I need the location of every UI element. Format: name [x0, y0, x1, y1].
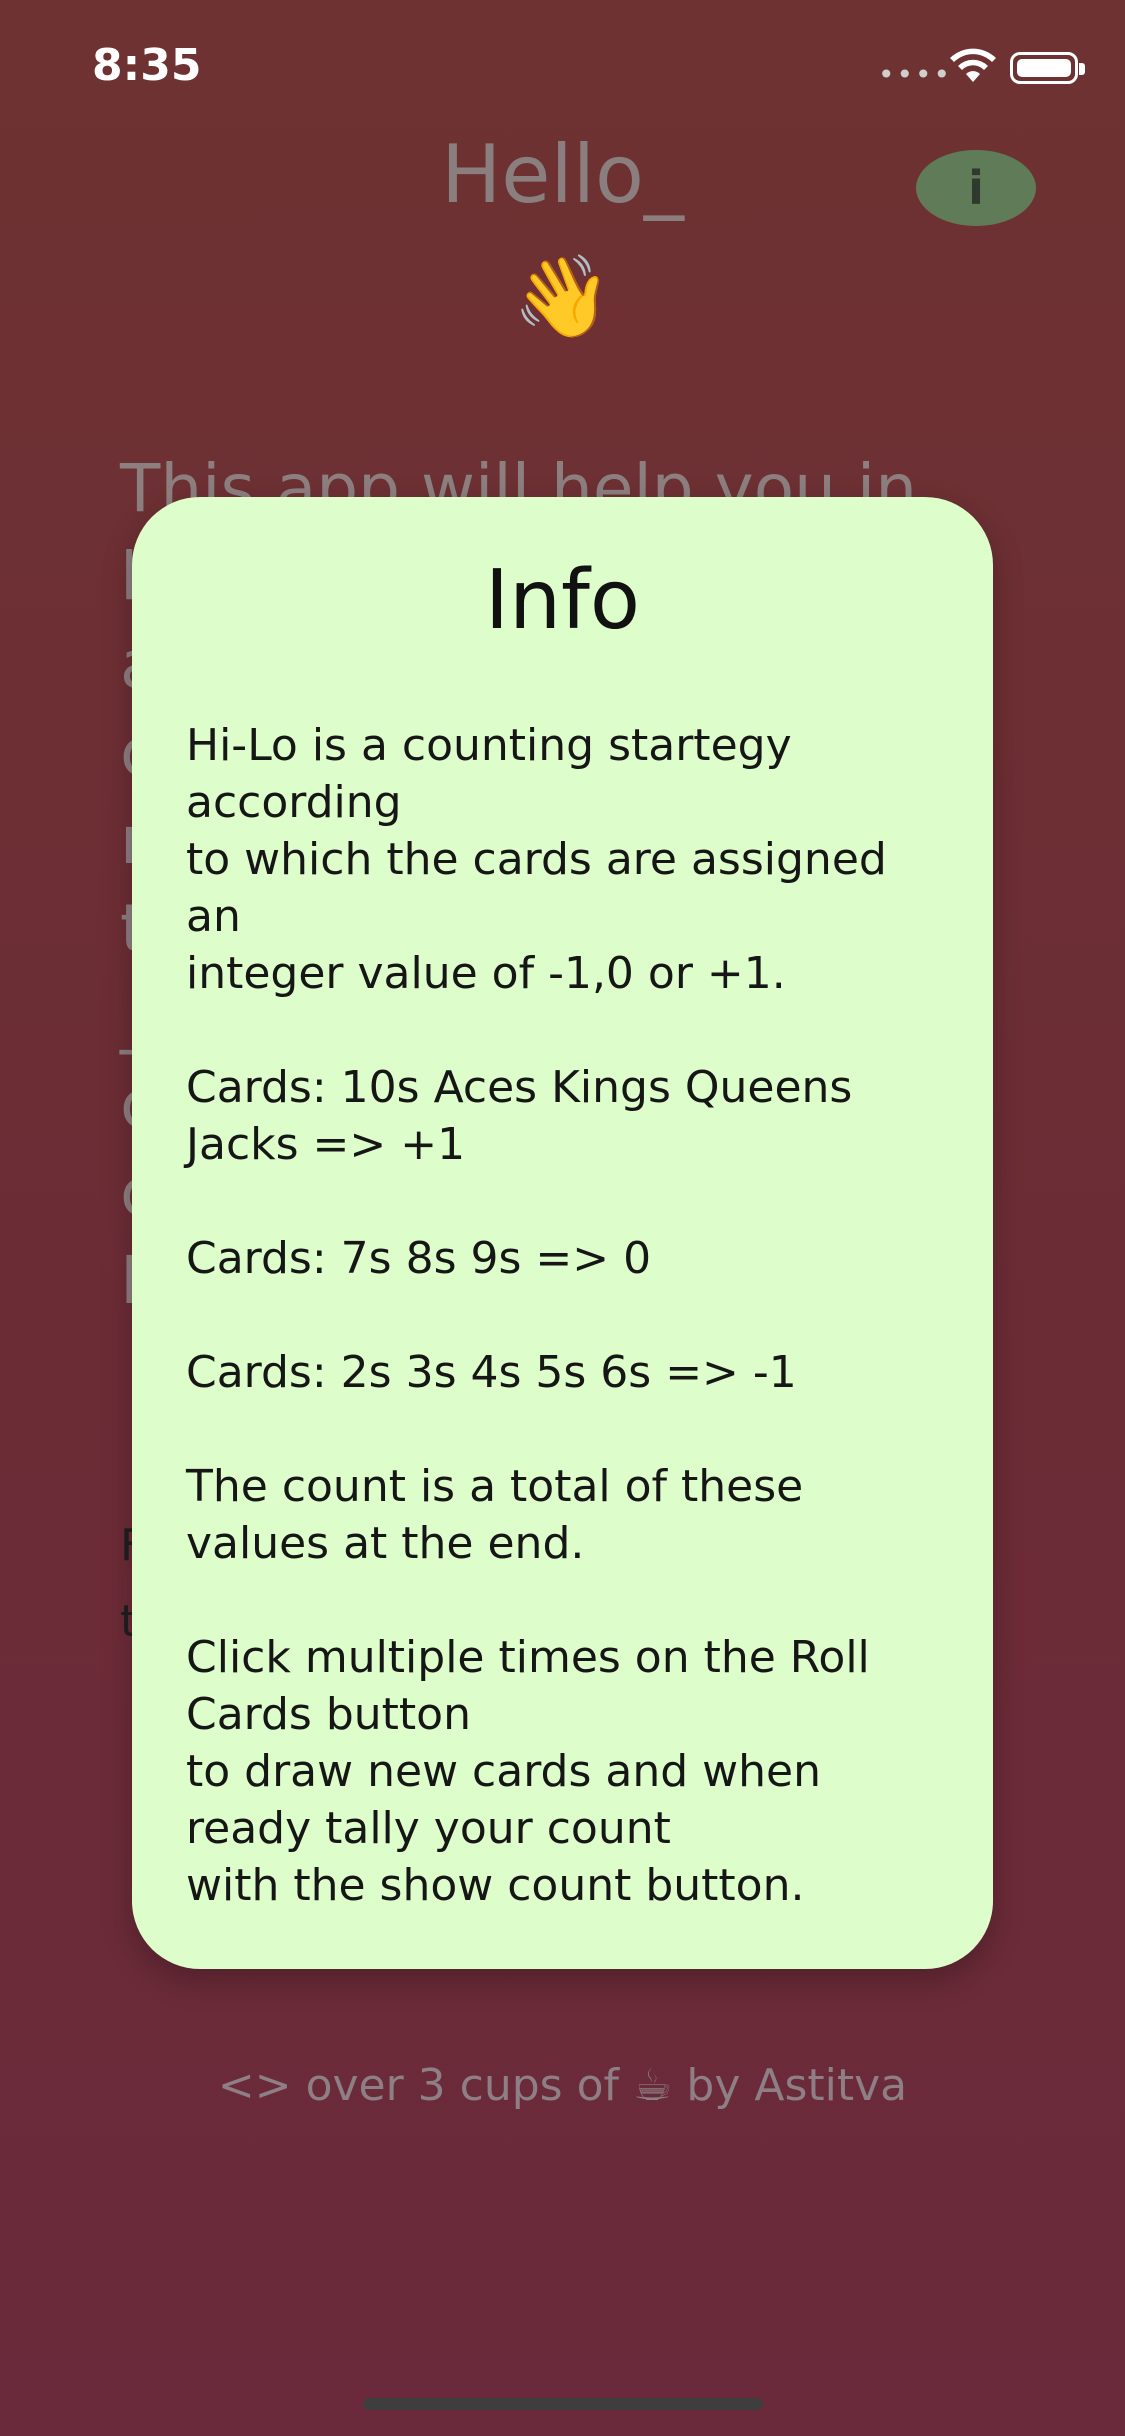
info-icon: i: [968, 161, 984, 215]
wave-emoji: 👋: [512, 250, 613, 343]
status-time: 8:35: [92, 40, 202, 91]
battery-icon: [1010, 52, 1085, 84]
info-button[interactable]: i: [916, 150, 1036, 226]
signal-icon: ••••: [878, 58, 953, 91]
home-indicator[interactable]: [363, 2398, 763, 2410]
status-bar: 8:35 ••••: [0, 0, 1125, 140]
info-modal: Info Hi-Lo is a counting startegy accord…: [132, 497, 993, 1969]
wifi-icon: [950, 48, 996, 82]
footer-credit: <> over 3 cups of ☕ by Astitva: [217, 2060, 908, 2111]
modal-title: Info: [484, 553, 641, 648]
modal-body: Hi-Lo is a counting startegy according t…: [186, 720, 887, 1911]
